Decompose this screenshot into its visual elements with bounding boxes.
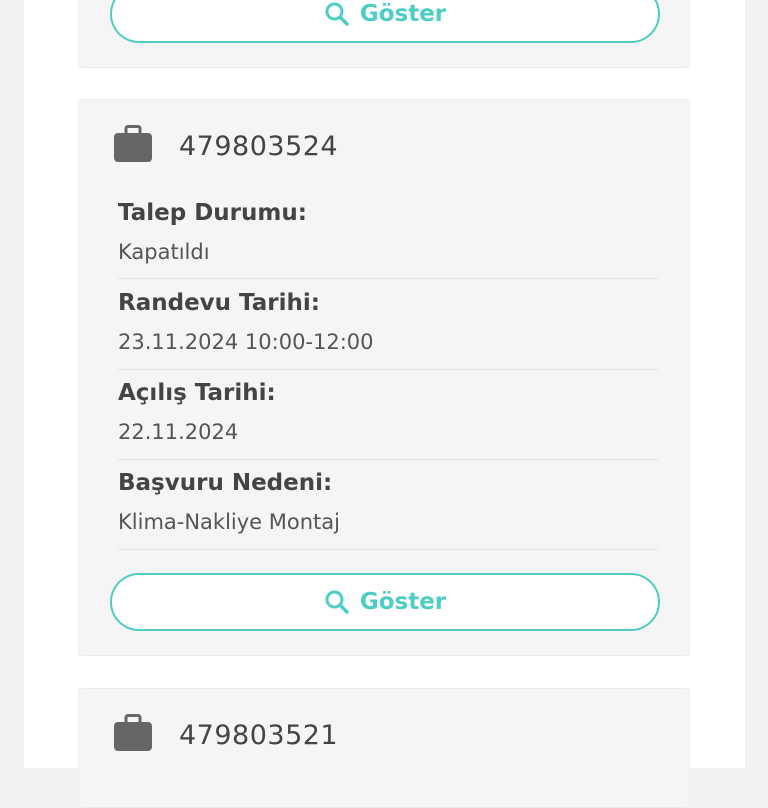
show-button-label: Göster	[359, 1, 447, 27]
request-card: 479803524 Talep Durumu: Kapatıldı Randev…	[78, 99, 690, 656]
field-value: Klima-Nakliye Montaj	[118, 510, 340, 534]
field-value: 23.11.2024 10:00-12:00	[118, 330, 374, 354]
show-button[interactable]: Göster	[110, 573, 660, 631]
card-header: 479803521	[113, 714, 339, 756]
field-value: 22.11.2024	[118, 420, 239, 444]
briefcase-icon	[113, 125, 153, 167]
field-request-status: Talep Durumu: Kapatıldı	[118, 198, 658, 279]
field-application-reason: Başvuru Nedeni: Klima-Nakliye Montaj	[118, 468, 658, 550]
request-id: 479803524	[179, 130, 339, 162]
request-id: 479803521	[179, 719, 339, 751]
search-icon	[324, 589, 350, 615]
field-appointment-date: Randevu Tarihi: 23.11.2024 10:00-12:00	[118, 288, 658, 370]
briefcase-icon	[113, 714, 153, 756]
card-header: 479803524	[113, 125, 339, 167]
search-icon	[324, 1, 350, 27]
field-label: Açılış Tarihi:	[118, 380, 276, 406]
field-label: Başvuru Nedeni:	[118, 470, 333, 496]
show-button[interactable]: Göster	[110, 0, 660, 43]
request-card: 479803521	[78, 688, 690, 808]
field-label: Talep Durumu:	[118, 200, 307, 226]
field-opening-date: Açılış Tarihi: 22.11.2024	[118, 378, 658, 460]
field-label: Randevu Tarihi:	[118, 290, 320, 316]
field-value: Kapatıldı	[118, 240, 210, 264]
show-button-label: Göster	[359, 589, 447, 615]
request-card: Göster	[78, 0, 690, 68]
